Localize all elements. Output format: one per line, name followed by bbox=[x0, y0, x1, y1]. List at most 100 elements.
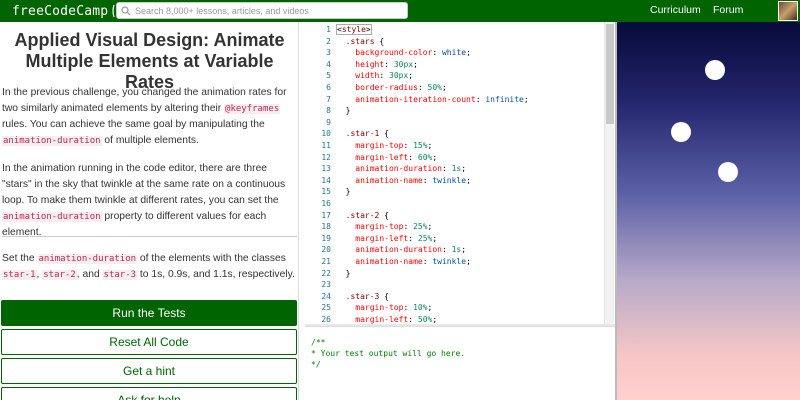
code-text: margin-left: 50%; bbox=[355, 315, 438, 324]
line-number: 23 bbox=[321, 280, 331, 290]
code-line[interactable]: 8 } bbox=[305, 105, 605, 116]
line-number: 17 bbox=[321, 210, 331, 220]
freecodecamp-logo[interactable]: freeCodeCamp bbox=[12, 3, 125, 19]
code-text: margin-top: 15%; bbox=[355, 141, 433, 150]
code-text: <style> bbox=[336, 24, 372, 35]
search-icon bbox=[121, 5, 131, 15]
code-text: background-color: white; bbox=[355, 48, 471, 58]
inline-code: animation-duration bbox=[2, 212, 102, 222]
code-line[interactable]: 9 bbox=[305, 117, 605, 128]
run-tests-button[interactable]: Run the Tests bbox=[1, 300, 297, 326]
code-line[interactable]: 17 .star-2 { bbox=[305, 210, 605, 221]
code-line[interactable]: 21 animation-name: twinkle; bbox=[305, 256, 605, 267]
nav-link-forum[interactable]: Forum bbox=[713, 4, 743, 16]
code-text: animation-name: twinkle; bbox=[355, 257, 471, 266]
scrollbar-thumb[interactable] bbox=[606, 24, 614, 124]
code-text: } bbox=[336, 268, 351, 278]
line-number: 1 bbox=[326, 25, 331, 34]
text: to 1s, 0.9s, and 1.1s, respectively. bbox=[137, 269, 295, 280]
code-text: width: 30px; bbox=[355, 71, 414, 81]
line-number: 26 bbox=[321, 315, 331, 324]
user-avatar[interactable] bbox=[778, 1, 798, 21]
text: , and bbox=[76, 269, 103, 280]
code-line[interactable]: 10 .star-1 { bbox=[305, 128, 605, 139]
line-number: 5 bbox=[326, 71, 331, 81]
code-line[interactable]: 22 } bbox=[305, 268, 605, 279]
line-number: 21 bbox=[321, 257, 331, 266]
code-text: margin-top: 10%; bbox=[355, 303, 433, 313]
code-text: .star-3 { bbox=[345, 291, 389, 301]
line-number: 2 bbox=[326, 36, 331, 46]
code-text: margin-left: 60%; bbox=[355, 152, 438, 162]
text: Set the bbox=[2, 253, 38, 264]
line-number: 22 bbox=[321, 268, 331, 278]
get-hint-button[interactable]: Get a hint bbox=[1, 358, 297, 384]
code-line[interactable]: 23 bbox=[305, 279, 605, 290]
line-number: 18 bbox=[321, 222, 331, 232]
code-line[interactable]: 4 height: 30px; bbox=[305, 59, 605, 70]
code-line[interactable]: 11 margin-top: 15%; bbox=[305, 140, 605, 151]
editor-scrollbar[interactable] bbox=[604, 22, 614, 324]
line-number: 24 bbox=[321, 291, 331, 301]
code-text: animation-iteration-count: infinite; bbox=[355, 94, 529, 104]
code-line[interactable]: 13 animation-duration: 1s; bbox=[305, 163, 605, 174]
line-number: 19 bbox=[321, 233, 331, 243]
code-line[interactable]: 14 animation-name: twinkle; bbox=[305, 175, 605, 186]
divider bbox=[2, 236, 297, 237]
line-number: 10 bbox=[321, 129, 331, 139]
code-line[interactable]: 18 margin-top: 25%; bbox=[305, 221, 605, 232]
inline-code: star-3 bbox=[102, 270, 138, 280]
code-line[interactable]: 15 } bbox=[305, 186, 605, 197]
ask-help-button[interactable]: Ask for help bbox=[1, 387, 297, 400]
code-line[interactable]: 12 margin-left: 60%; bbox=[305, 152, 605, 163]
logo-text: freeCodeCamp bbox=[12, 3, 109, 19]
code-line[interactable]: 2 .stars { bbox=[305, 36, 605, 47]
instructions-paragraph: Set the animation-duration of the elemen… bbox=[2, 251, 297, 283]
nav-link-curriculum[interactable]: Curriculum bbox=[650, 4, 701, 16]
line-number: 4 bbox=[326, 59, 331, 69]
code-text: animation-name: twinkle; bbox=[355, 175, 471, 185]
code-text: border-radius: 50%; bbox=[355, 83, 447, 92]
code-line[interactable]: 1 <style> bbox=[305, 24, 605, 35]
code-editor[interactable]: 1 <style> 2 .stars {3 background-color: wh… bbox=[305, 22, 615, 324]
line-number: 20 bbox=[321, 245, 331, 255]
code-text: animation-duration: 1s; bbox=[355, 164, 467, 174]
preview-pane bbox=[617, 22, 800, 400]
star-1 bbox=[671, 122, 691, 142]
line-number: 11 bbox=[321, 141, 331, 150]
line-number: 25 bbox=[321, 303, 331, 313]
line-number: 15 bbox=[321, 187, 331, 197]
line-number: 13 bbox=[321, 164, 331, 174]
description-paragraph-2: In the animation running in the code edi… bbox=[2, 161, 297, 241]
star-3 bbox=[705, 60, 725, 80]
code-text: } bbox=[336, 187, 351, 197]
inline-code: animation-duration bbox=[37, 254, 138, 264]
inline-code: @keyframes bbox=[224, 104, 281, 114]
code-line[interactable]: 20 animation-duration: 1s; bbox=[305, 244, 605, 255]
code-line[interactable]: 24 .star-3 { bbox=[305, 291, 605, 302]
code-line[interactable]: 25 margin-top: 10%; bbox=[305, 302, 605, 313]
output-line: /** bbox=[311, 338, 326, 347]
code-line[interactable]: 26 margin-left: 50%; bbox=[305, 314, 605, 324]
text: of multiple elements. bbox=[101, 135, 199, 146]
line-number: 8 bbox=[326, 106, 331, 116]
code-line[interactable]: 19 margin-left: 25%; bbox=[305, 233, 605, 244]
code-text: height: 30px; bbox=[355, 59, 418, 69]
code-line[interactable]: 5 width: 30px; bbox=[305, 70, 605, 81]
line-number: 9 bbox=[326, 117, 331, 127]
code-text: animation-duration: 1s; bbox=[355, 245, 467, 255]
code-text: .star-1 { bbox=[345, 129, 389, 139]
code-text: margin-left: 25%; bbox=[355, 233, 438, 243]
inline-code: star-1 bbox=[2, 270, 37, 280]
test-output-panel: /** * Your test output will go here. */ bbox=[305, 326, 615, 400]
code-text: .stars { bbox=[345, 36, 385, 46]
line-number: 16 bbox=[321, 199, 331, 208]
code-line[interactable]: 3 background-color: white; bbox=[305, 47, 605, 58]
search-input[interactable] bbox=[135, 3, 395, 18]
code-line[interactable]: 6 border-radius: 50%; bbox=[305, 82, 605, 93]
line-number: 3 bbox=[326, 48, 331, 58]
code-line[interactable]: 16 bbox=[305, 198, 605, 209]
reset-code-button[interactable]: Reset All Code bbox=[1, 329, 297, 355]
search-bar[interactable] bbox=[116, 2, 408, 19]
code-line[interactable]: 7 animation-iteration-count: infinite; bbox=[305, 94, 605, 105]
